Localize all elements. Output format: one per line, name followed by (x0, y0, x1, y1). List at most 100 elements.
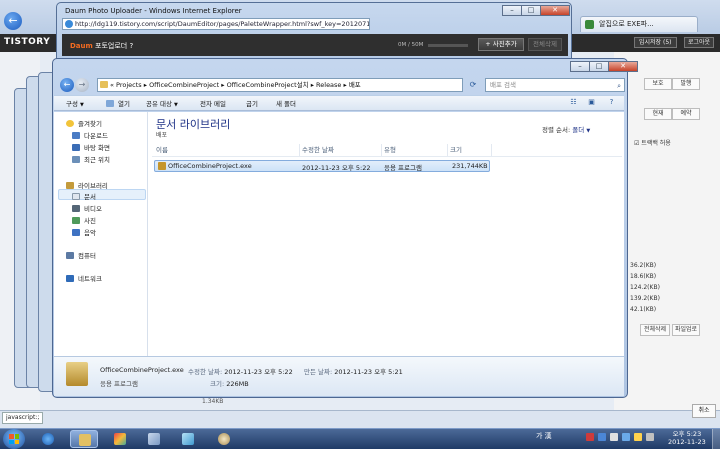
taskbar-explorer[interactable] (70, 430, 98, 448)
reserve-button[interactable]: 예약 (672, 108, 700, 120)
nav-pictures-label: 사진 (84, 217, 96, 225)
chevron-down-icon: ▼ (174, 102, 178, 108)
taskbar-app-5[interactable] (174, 430, 202, 448)
ie-window-controls: – □ ✕ (502, 5, 570, 16)
column-header-modified[interactable]: 수정한 날짜 (300, 144, 382, 156)
nav-computer[interactable]: 컴퓨터 (66, 250, 96, 260)
status-link-text: javascript:; (2, 412, 44, 424)
close-icon[interactable]: ✕ (540, 5, 570, 16)
details-size-value: 226MB (226, 380, 249, 388)
tray-monitor-icon[interactable] (622, 433, 630, 441)
taskbar-ie[interactable] (34, 430, 62, 448)
browser-tab-label: 알집으로 EXE파... (599, 20, 654, 28)
library-title: 문서 라이브러리 (156, 118, 231, 131)
details-created-value: 2012-11-23 오후 5:21 (334, 368, 403, 376)
current-button[interactable]: 현재 (644, 108, 672, 120)
tray-flag-icon[interactable] (610, 433, 618, 441)
taskbar-clock[interactable]: 오후 5:23 2012-11-23 (668, 430, 706, 446)
explorer-minimize-icon[interactable]: – (570, 61, 590, 72)
paint-icon (148, 433, 160, 445)
documents-icon (72, 193, 80, 200)
ime-indicator[interactable]: 가 漢 (536, 431, 552, 441)
upload-capacity-bar (428, 44, 468, 47)
search-icon: ⌕ (617, 82, 621, 90)
share-menu[interactable]: 공유 대상 ▼ (146, 98, 178, 108)
delete-all-photos-button[interactable]: 전체삭제 (528, 38, 562, 51)
nav-desktop[interactable]: 바탕 화면 (72, 142, 110, 152)
details-pane (54, 356, 624, 396)
browser-tab[interactable]: 알집으로 EXE파... (580, 16, 698, 32)
tray-app-icon[interactable] (634, 433, 642, 441)
ie-address-bar[interactable]: http://ldg119.tistory.com/script/DaumEdi… (62, 18, 370, 30)
taskbar-app-6[interactable] (210, 430, 238, 448)
column-header-type[interactable]: 유형 (382, 144, 448, 156)
nav-favorites-label: 즐겨찾기 (78, 120, 102, 128)
show-desktop-button[interactable] (712, 429, 720, 449)
tray-network-icon[interactable] (598, 433, 606, 441)
protect-button[interactable]: 보호 (644, 78, 672, 90)
details-modified-value: 2012-11-23 오후 5:22 (224, 368, 293, 376)
header-divider (152, 156, 622, 157)
nav-videos[interactable]: 비디오 (72, 203, 102, 213)
explorer-maximize-icon[interactable]: □ (589, 61, 609, 72)
back-arrow-icon[interactable]: ← (60, 78, 74, 92)
email-button[interactable]: 전자 메일 (200, 98, 226, 108)
nav-downloads-label: 다운로드 (84, 132, 108, 140)
cancel-button[interactable]: 취소 (692, 404, 716, 418)
add-photo-button[interactable]: + 사진추가 (478, 38, 524, 51)
explorer-search-input[interactable]: 배포 검색 ⌕ (485, 78, 625, 92)
view-options-icon[interactable]: ☷ (568, 98, 579, 107)
refresh-icon[interactable]: ⟳ (467, 78, 479, 92)
column-header-size[interactable]: 크기 (448, 144, 492, 156)
trackback-checkbox[interactable]: ☑ 트랙백 허용 (634, 138, 671, 147)
file-upload-button[interactable]: 파일업로 (672, 324, 700, 336)
star-icon (66, 120, 74, 127)
taskbar-app-4[interactable] (140, 430, 168, 448)
windows-logo-icon (9, 434, 19, 444)
media-player-icon (218, 433, 230, 445)
tray-alert-icon[interactable] (586, 433, 594, 441)
column-header-name[interactable]: 이름 (154, 144, 300, 156)
nav-downloads[interactable]: 다운로드 (72, 130, 108, 140)
nav-videos-label: 비디오 (84, 205, 102, 213)
folder-icon (100, 81, 108, 88)
new-folder-button[interactable]: 새 폴더 (276, 98, 296, 108)
taskbar-app-3[interactable] (106, 430, 134, 448)
explorer-breadcrumb[interactable]: « Projects ▸ OfficeCombineProject ▸ Offi… (97, 78, 463, 92)
open-button[interactable]: 열기 (106, 98, 130, 108)
open-icon (106, 100, 114, 107)
nav-documents[interactable]: 문서 (72, 191, 96, 201)
share-label: 공유 대상 (146, 100, 172, 108)
forward-arrow-icon[interactable]: → (75, 78, 89, 92)
minimize-icon[interactable]: – (502, 5, 522, 16)
explorer-close-icon[interactable]: ✕ (608, 61, 638, 72)
daum-logo: Daum (70, 42, 93, 50)
file-size-2: 18.6(KB) (630, 273, 657, 280)
volume-icon[interactable] (646, 433, 654, 441)
nav-recent[interactable]: 최근 위치 (72, 154, 110, 164)
nav-music-label: 음악 (84, 229, 96, 237)
help-icon[interactable]: ? (606, 98, 617, 107)
temp-save-button[interactable]: 임시저장 (5) (634, 37, 677, 48)
burn-button[interactable]: 굽기 (246, 98, 258, 108)
nav-network[interactable]: 네트워크 (66, 273, 102, 283)
organize-menu[interactable]: 구성 ▼ (66, 98, 84, 108)
nav-pictures[interactable]: 사진 (72, 215, 96, 225)
file-size-3: 124.2(KB) (630, 284, 660, 291)
browser-back-icon[interactable]: ← (4, 12, 22, 30)
preview-pane-icon[interactable]: ▣ (586, 98, 597, 107)
internet-explorer-icon (42, 433, 54, 445)
nav-favorites[interactable]: 즐겨찾기 (66, 118, 102, 128)
nav-music[interactable]: 음악 (72, 227, 96, 237)
ie-window-title: Daum Photo Uploader - Windows Internet E… (65, 7, 242, 15)
arrange-by[interactable]: 정렬 순서: 폴더 ▼ (542, 124, 590, 134)
tab-favicon-icon (585, 20, 594, 29)
publish-button[interactable]: 발행 (672, 78, 700, 90)
open-label: 열기 (118, 100, 130, 108)
delete-all-files-button[interactable]: 전체삭제 (640, 324, 670, 336)
folder-icon (79, 434, 91, 446)
logout-button[interactable]: 로그아웃 (684, 37, 715, 48)
maximize-icon[interactable]: □ (521, 5, 541, 16)
file-size-1: 36.2(KB) (630, 262, 657, 269)
uploader-title: 포토업로더 ? (95, 42, 134, 50)
